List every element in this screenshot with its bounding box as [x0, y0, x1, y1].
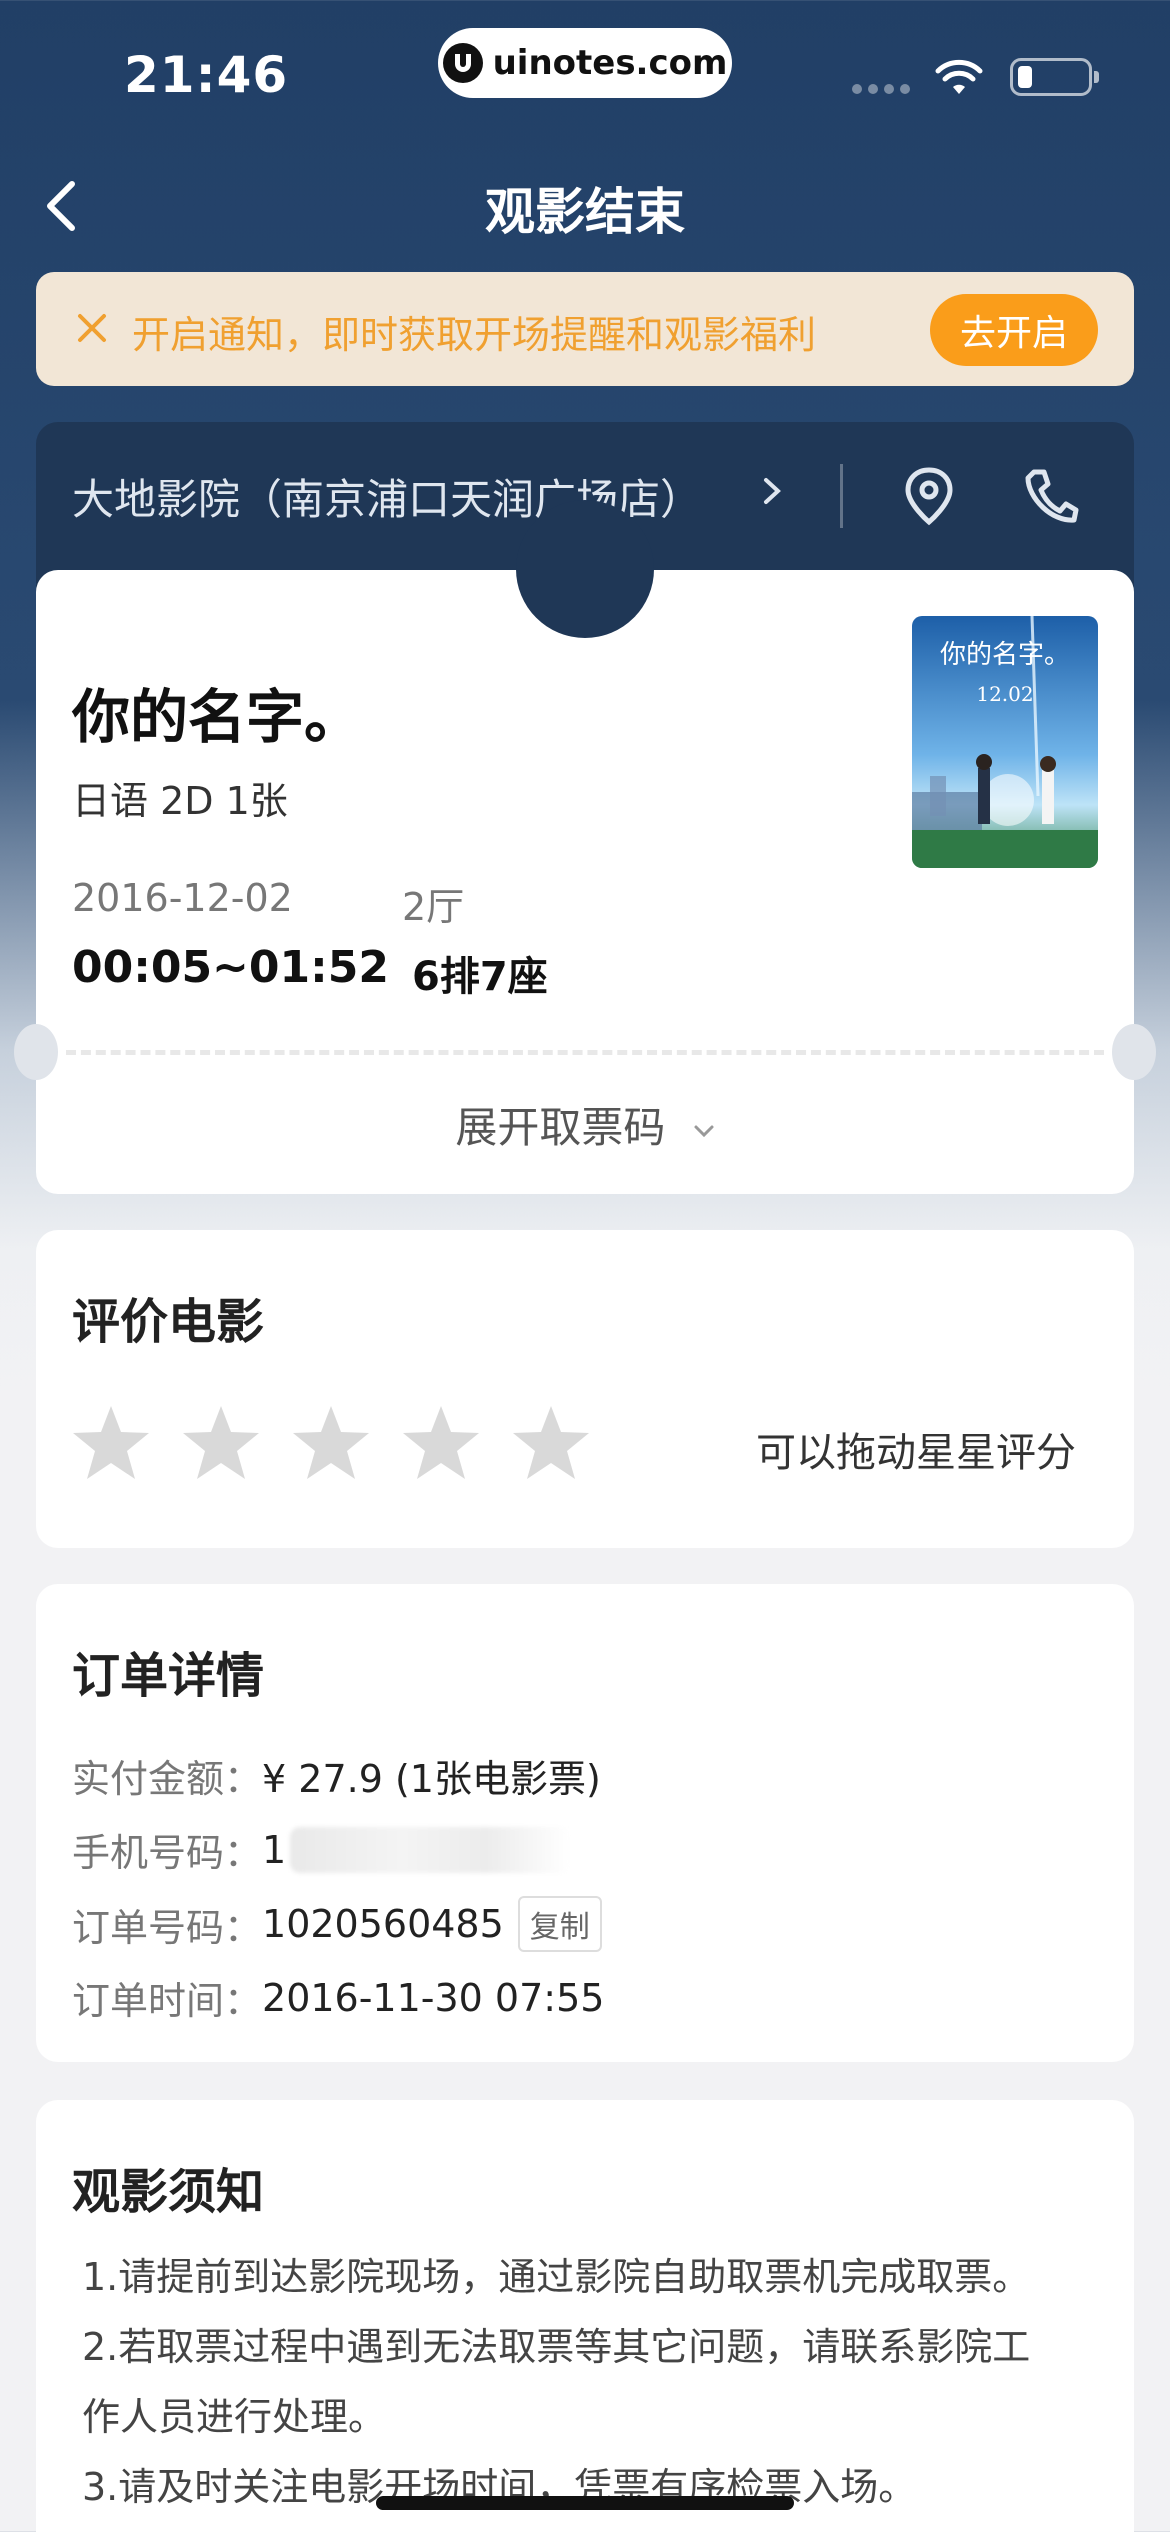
viewing-notice-title: 观影须知 — [72, 2164, 265, 2220]
rate-title: 评价电影 — [72, 1294, 265, 1350]
show-hall: 2厅 — [402, 885, 465, 929]
order-title: 订单详情 — [72, 1648, 265, 1704]
star-icon[interactable] — [400, 1402, 482, 1484]
poster-title: 你的名字。 — [939, 640, 1070, 670]
movie-poster[interactable]: 你的名字。 12.02 — [912, 616, 1098, 868]
order-details-card: 订单详情 实付金额： ¥ 27.9 (1张电影票) 手机号码： 1 订单号码： … — [36, 1584, 1134, 2062]
close-icon[interactable] — [72, 308, 112, 348]
notice-line: 作人员进行处理。 — [82, 2395, 387, 2439]
order-label: 实付金额： — [72, 1757, 263, 1801]
rating-hint: 可以拖动星星评分 — [756, 1430, 1076, 1476]
wifi-icon — [935, 59, 983, 94]
order-value: 2016-11-30 07:55 — [262, 1975, 605, 2020]
star-icon[interactable] — [290, 1402, 372, 1484]
copy-button[interactable]: 复制 — [517, 1896, 602, 1952]
ticket-divider — [66, 1050, 1104, 1055]
order-value: 1 — [262, 1827, 287, 1872]
chevron-down-icon — [694, 1125, 714, 1137]
phone-icon[interactable] — [1020, 464, 1080, 528]
star-icon[interactable] — [180, 1402, 262, 1484]
order-row-amount: 实付金额： ¥ 27.9 (1张电影票) — [72, 1748, 601, 1803]
order-label: 订单时间： — [72, 1979, 263, 2023]
expand-label: 展开取票码 — [455, 1103, 666, 1152]
divider — [840, 464, 843, 528]
status-time: 21:46 — [124, 46, 289, 104]
order-value: 1020560485 — [262, 1902, 504, 1946]
order-label: 订单号码： — [72, 1905, 263, 1950]
url-text: uinotes.com — [492, 43, 728, 83]
enable-notification-button[interactable]: 去开启 — [930, 294, 1098, 366]
masked-phone — [290, 1826, 571, 1873]
star-icon[interactable] — [510, 1402, 592, 1484]
site-logo-icon — [442, 43, 483, 83]
order-label: 手机号码： — [72, 1831, 263, 1875]
show-date: 2016-12-02 — [72, 876, 293, 920]
page-title: 观影结束 — [485, 183, 685, 241]
ticket-card: 你的名字。 日语 2D 1张 2016-12-02 2厅 00:05~01:52… — [36, 500, 1134, 1194]
ticket-notch — [516, 500, 654, 638]
url-pill: uinotes.com — [438, 28, 732, 98]
poster-date: 12.02 — [976, 682, 1034, 706]
signal-icon — [852, 84, 910, 94]
ticket-side-notch-right — [1112, 1024, 1156, 1080]
chevron-right-icon[interactable] — [760, 474, 784, 508]
notice-line: 2.若取票过程中遇到无法取票等其它问题，请联系影院工 — [82, 2325, 1031, 2369]
rate-movie-card: 评价电影 可以拖动星星评分 — [36, 1230, 1134, 1548]
location-icon[interactable] — [898, 464, 960, 528]
movie-meta: 日语 2D 1张 — [72, 779, 288, 823]
notification-banner: 开启通知，即时获取开场提醒和观影福利 去开启 — [36, 272, 1134, 386]
show-time: 00:05~01:52 — [72, 942, 389, 993]
notice-line: 3.请及时关注电影开场时间，凭票有序检票入场。 — [82, 2465, 917, 2509]
battery-icon — [1010, 58, 1099, 96]
notice-line: 1.请提前到达影院现场，通过影院自助取票机完成取票。 — [82, 2255, 1031, 2299]
viewing-notice-card: 观影须知 1.请提前到达影院现场，通过影院自助取票机完成取票。 2.若取票过程中… — [36, 2100, 1134, 2532]
home-indicator[interactable] — [376, 2496, 794, 2510]
order-row-phone: 手机号码： 1 — [72, 1822, 571, 1877]
ticket-side-notch-left — [14, 1024, 58, 1080]
expand-ticket-code-button[interactable]: 展开取票码 — [36, 1094, 1134, 1155]
star-icon[interactable] — [70, 1402, 152, 1484]
order-row-number: 订单号码： 1020560485 复制 — [72, 1896, 602, 1952]
notification-text: 开启通知，即时获取开场提醒和观影福利 — [132, 313, 817, 357]
movie-title: 你的名字。 — [72, 683, 363, 751]
order-value: ¥ 27.9 (1张电影票) — [262, 1757, 601, 1801]
star-rating[interactable] — [70, 1402, 592, 1484]
order-row-time: 订单时间： 2016-11-30 07:55 — [72, 1970, 604, 2025]
show-seat: 6排7座 — [412, 954, 548, 1000]
